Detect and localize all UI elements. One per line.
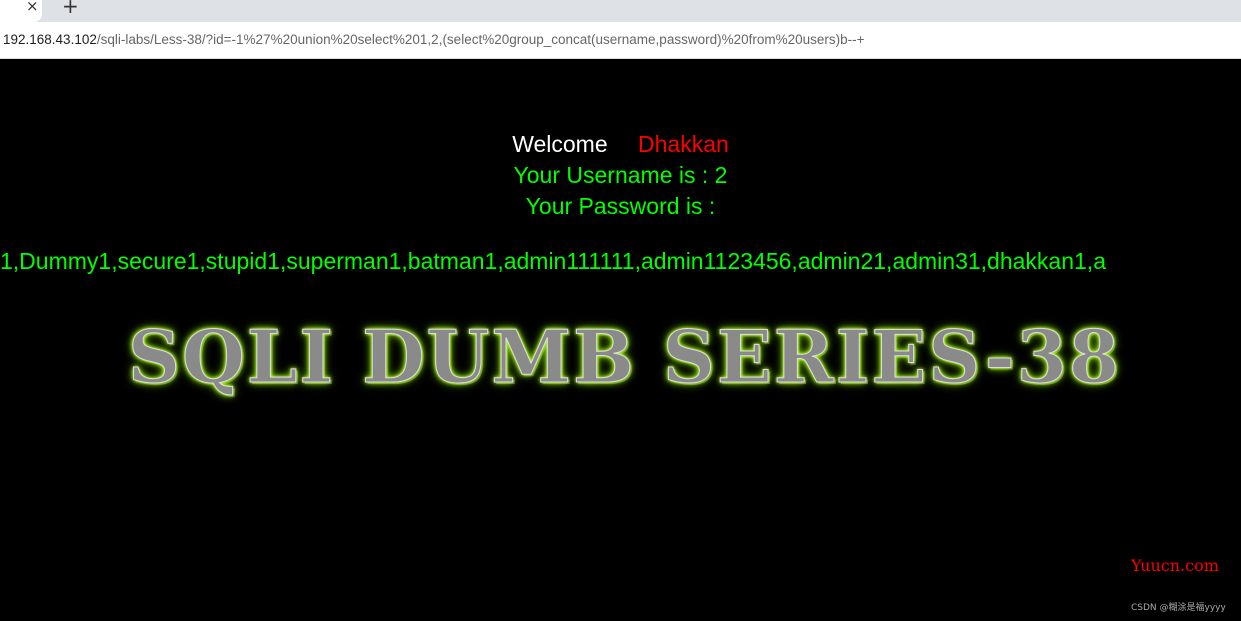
new-tab-icon[interactable]: + xyxy=(62,0,79,18)
welcome-name: Dhakkan xyxy=(638,131,729,157)
welcome-text: Welcome xyxy=(512,131,608,157)
browser-tab[interactable]: × xyxy=(0,0,42,22)
username-line: Your Username is : 2 xyxy=(513,162,728,188)
welcome-line: Welcome Dhakkan xyxy=(0,131,1241,158)
url-text[interactable]: 192.168.43.102/sqli-labs/Less-38/?id=-1%… xyxy=(3,32,865,47)
series-banner: SQLI DUMB SERIES-38 xyxy=(128,314,1121,400)
url-host: 192.168.43.102 xyxy=(3,32,97,47)
password-label: Your Password is : xyxy=(525,193,716,219)
url-path: /sqli-labs/Less-38/?id=-1%27%20union%20s… xyxy=(96,32,865,47)
password-value: 1,Dummy1,secure1,stupid1,superman1,batma… xyxy=(0,248,1106,274)
address-bar[interactable]: 192.168.43.102/sqli-labs/Less-38/?id=-1%… xyxy=(0,22,1241,59)
page-content: Welcome Dhakkan Your Username is : 2 You… xyxy=(0,59,1241,621)
watermark-credit: CSDN @糊涂是福yyyy xyxy=(1131,603,1226,613)
watermark-site: Yuucn.com xyxy=(1131,556,1219,575)
tab-strip: × + xyxy=(0,0,1241,22)
close-icon[interactable]: × xyxy=(26,0,39,15)
